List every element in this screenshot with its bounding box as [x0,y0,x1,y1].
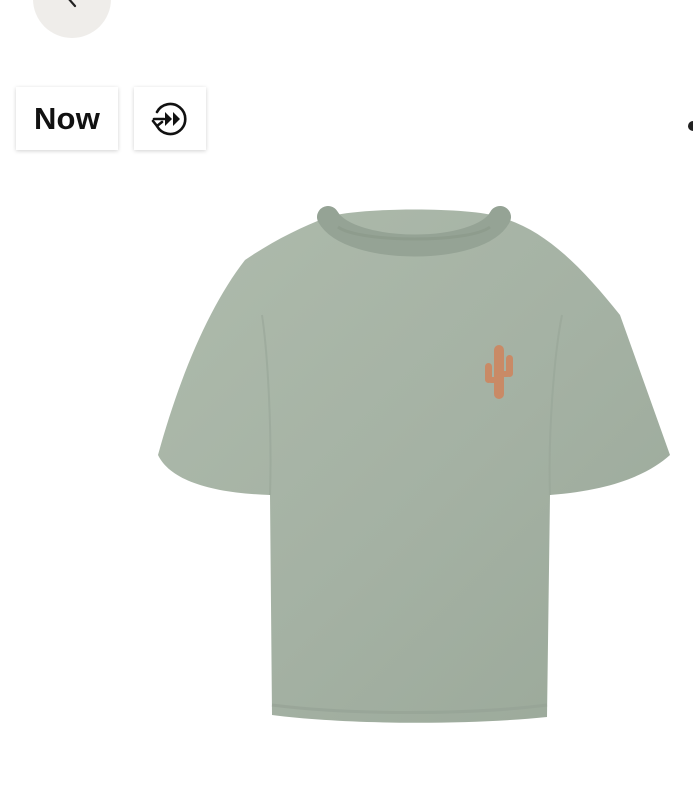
carousel-next-indicator[interactable] [688,121,693,131]
badge-row: Now [16,87,206,150]
t-shirt-image [158,206,670,723]
product-page: Now [0,0,693,788]
back-button[interactable] [33,0,111,38]
fast-forward-circle-icon [151,102,187,135]
chevron-left-icon [68,0,77,8]
now-badge: Now [16,87,118,150]
fast-forward-badge [134,87,206,150]
